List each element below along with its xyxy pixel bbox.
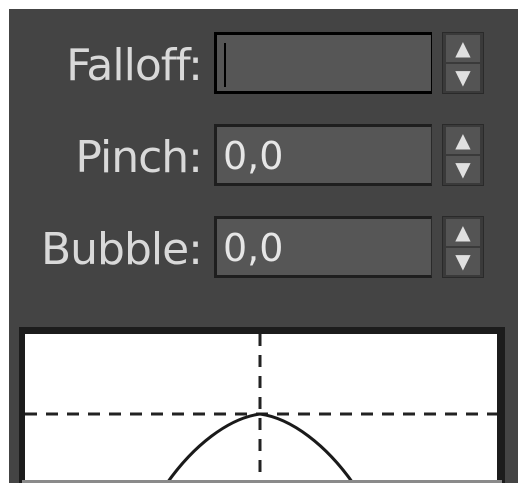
pinch-field[interactable]: 0,0 (214, 124, 432, 186)
falloff-curve-graph (25, 334, 497, 483)
arrow-down-icon: ▼ (455, 157, 471, 181)
text-caret (224, 43, 226, 87)
falloff-spinner: ▲ ▼ (442, 32, 484, 94)
pinch-spinner-down-button[interactable]: ▼ (446, 156, 480, 183)
falloff-curve-svg (25, 334, 497, 483)
bubble-label: Bubble: (40, 224, 203, 275)
bubble-spinner-up-button[interactable]: ▲ (446, 219, 480, 246)
pinch-spinner-up-button[interactable]: ▲ (446, 127, 480, 154)
falloff-label: Falloff: (66, 40, 203, 91)
arrow-down-icon: ▼ (455, 249, 471, 273)
pinch-spinner: ▲ ▼ (442, 124, 484, 186)
arrow-up-icon: ▲ (455, 128, 471, 152)
deform-parameters-panel: Falloff: ▲ ▼ Pinch: 0,0 ▲ ▼ Bubble: 0,0 … (9, 9, 518, 483)
pinch-row: Pinch: 0,0 ▲ ▼ (9, 124, 518, 194)
bubble-field[interactable]: 0,0 (214, 216, 432, 278)
falloff-row: Falloff: ▲ ▼ (9, 32, 518, 102)
falloff-field[interactable] (214, 32, 432, 94)
bubble-spinner-down-button[interactable]: ▼ (446, 248, 480, 275)
arrow-up-icon: ▲ (455, 36, 471, 60)
bubble-row: Bubble: 0,0 ▲ ▼ (9, 216, 518, 286)
arrow-up-icon: ▲ (455, 220, 471, 244)
falloff-spinner-up-button[interactable]: ▲ (446, 35, 480, 62)
pinch-label: Pinch: (75, 132, 203, 183)
falloff-curve-frame (19, 327, 505, 483)
bubble-spinner: ▲ ▼ (442, 216, 484, 278)
falloff-spinner-down-button[interactable]: ▼ (446, 64, 480, 91)
arrow-down-icon: ▼ (455, 65, 471, 89)
